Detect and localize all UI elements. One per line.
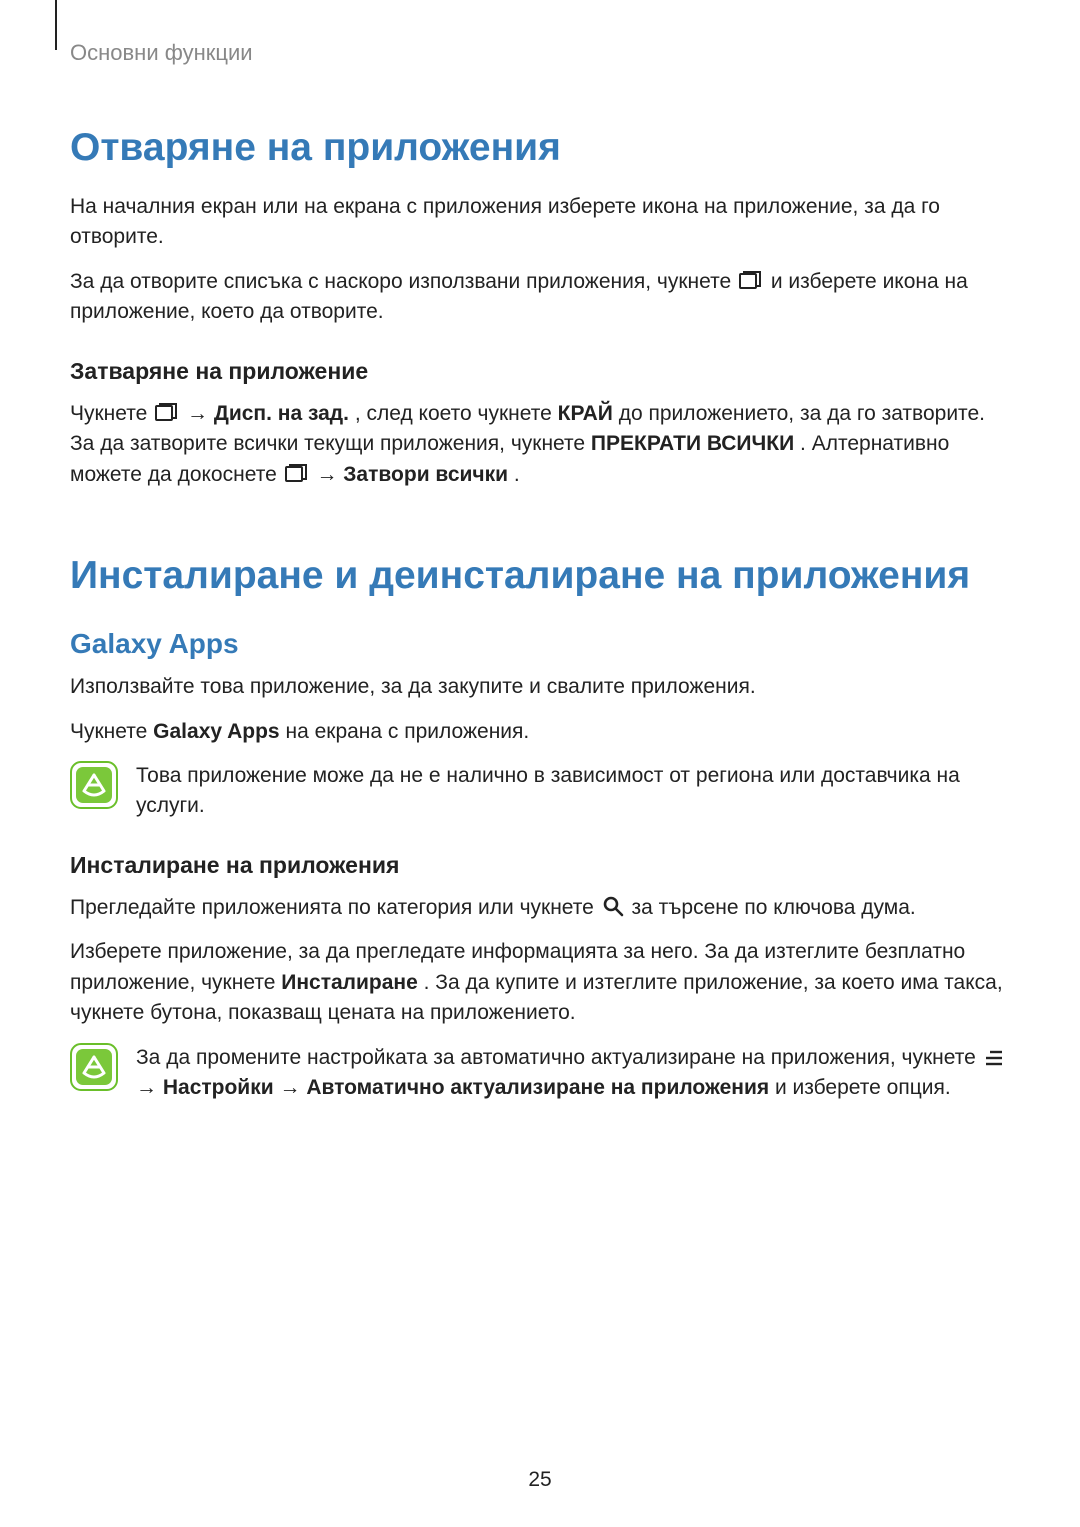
heading-galaxy-apps: Galaxy Apps — [70, 628, 1010, 660]
text-bold: Инсталиране — [281, 971, 418, 994]
search-icon — [602, 895, 624, 917]
text-bold: Автоматично актуализиране на приложения — [306, 1076, 769, 1099]
text-bold: Затвори всички — [343, 463, 508, 486]
paragraph: Чукнете → Дисп. на зад. , след което чук… — [70, 399, 1010, 490]
text: Чукнете — [70, 402, 153, 425]
paragraph: Изберете приложение, за да прегледате ин… — [70, 937, 1010, 1028]
text: За да отворите списъка с наскоро използв… — [70, 270, 737, 293]
heading-closing-app: Затваряне на приложение — [70, 358, 1010, 385]
recent-apps-icon — [739, 271, 763, 291]
paragraph: Чукнете Galaxy Apps на екрана с приложен… — [70, 717, 1010, 747]
text: Прегледайте приложенията по категория ил… — [70, 896, 600, 919]
header-rule — [55, 0, 57, 50]
text-bold: КРАЙ — [558, 402, 613, 425]
note-icon — [70, 1043, 118, 1091]
paragraph: Прегледайте приложенията по категория ил… — [70, 893, 1010, 923]
text-bold: Дисп. на зад. — [214, 402, 349, 425]
text: за търсене по ключова дума. — [632, 896, 916, 919]
text-bold: ПРЕКРАТИ ВСИЧКИ — [591, 432, 794, 455]
text-bold: Настройки — [163, 1076, 274, 1099]
menu-icon — [984, 1049, 1004, 1067]
recent-apps-icon — [155, 403, 179, 423]
paragraph: За да отворите списъка с наскоро използв… — [70, 267, 1010, 328]
text: Чукнете — [70, 720, 153, 743]
text: . — [514, 463, 520, 486]
note-block: Това приложение може да не е налично в з… — [70, 761, 1010, 822]
heading-installing-apps: Инсталиране на приложения — [70, 852, 1010, 879]
note-text: Това приложение може да не е налично в з… — [136, 761, 1010, 822]
text: на екрана с приложения. — [285, 720, 529, 743]
running-header: Основни функции — [70, 40, 1010, 66]
paragraph: Използвайте това приложение, за да закуп… — [70, 672, 1010, 702]
note-icon — [70, 761, 118, 809]
text: → — [279, 1076, 306, 1099]
text-bold: Galaxy Apps — [153, 720, 279, 743]
document-page: Основни функции Отваряне на приложения Н… — [0, 0, 1080, 1527]
note-text: За да промените настройката за автоматич… — [136, 1043, 1010, 1104]
text: , след което чукнете — [355, 402, 558, 425]
heading-install-uninstall: Инсталиране и деинсталиране на приложени… — [70, 554, 1010, 598]
page-number: 25 — [0, 1468, 1080, 1492]
text: За да промените настройката за автоматич… — [136, 1046, 982, 1069]
text: → — [136, 1076, 163, 1099]
paragraph: На началния екран или на екрана с прилож… — [70, 192, 1010, 253]
text: → — [187, 402, 214, 425]
recent-apps-icon — [285, 464, 309, 484]
text: → — [316, 463, 343, 486]
heading-opening-apps: Отваряне на приложения — [70, 126, 1010, 170]
note-block: За да промените настройката за автоматич… — [70, 1043, 1010, 1104]
text: и изберете опция. — [775, 1076, 951, 1099]
